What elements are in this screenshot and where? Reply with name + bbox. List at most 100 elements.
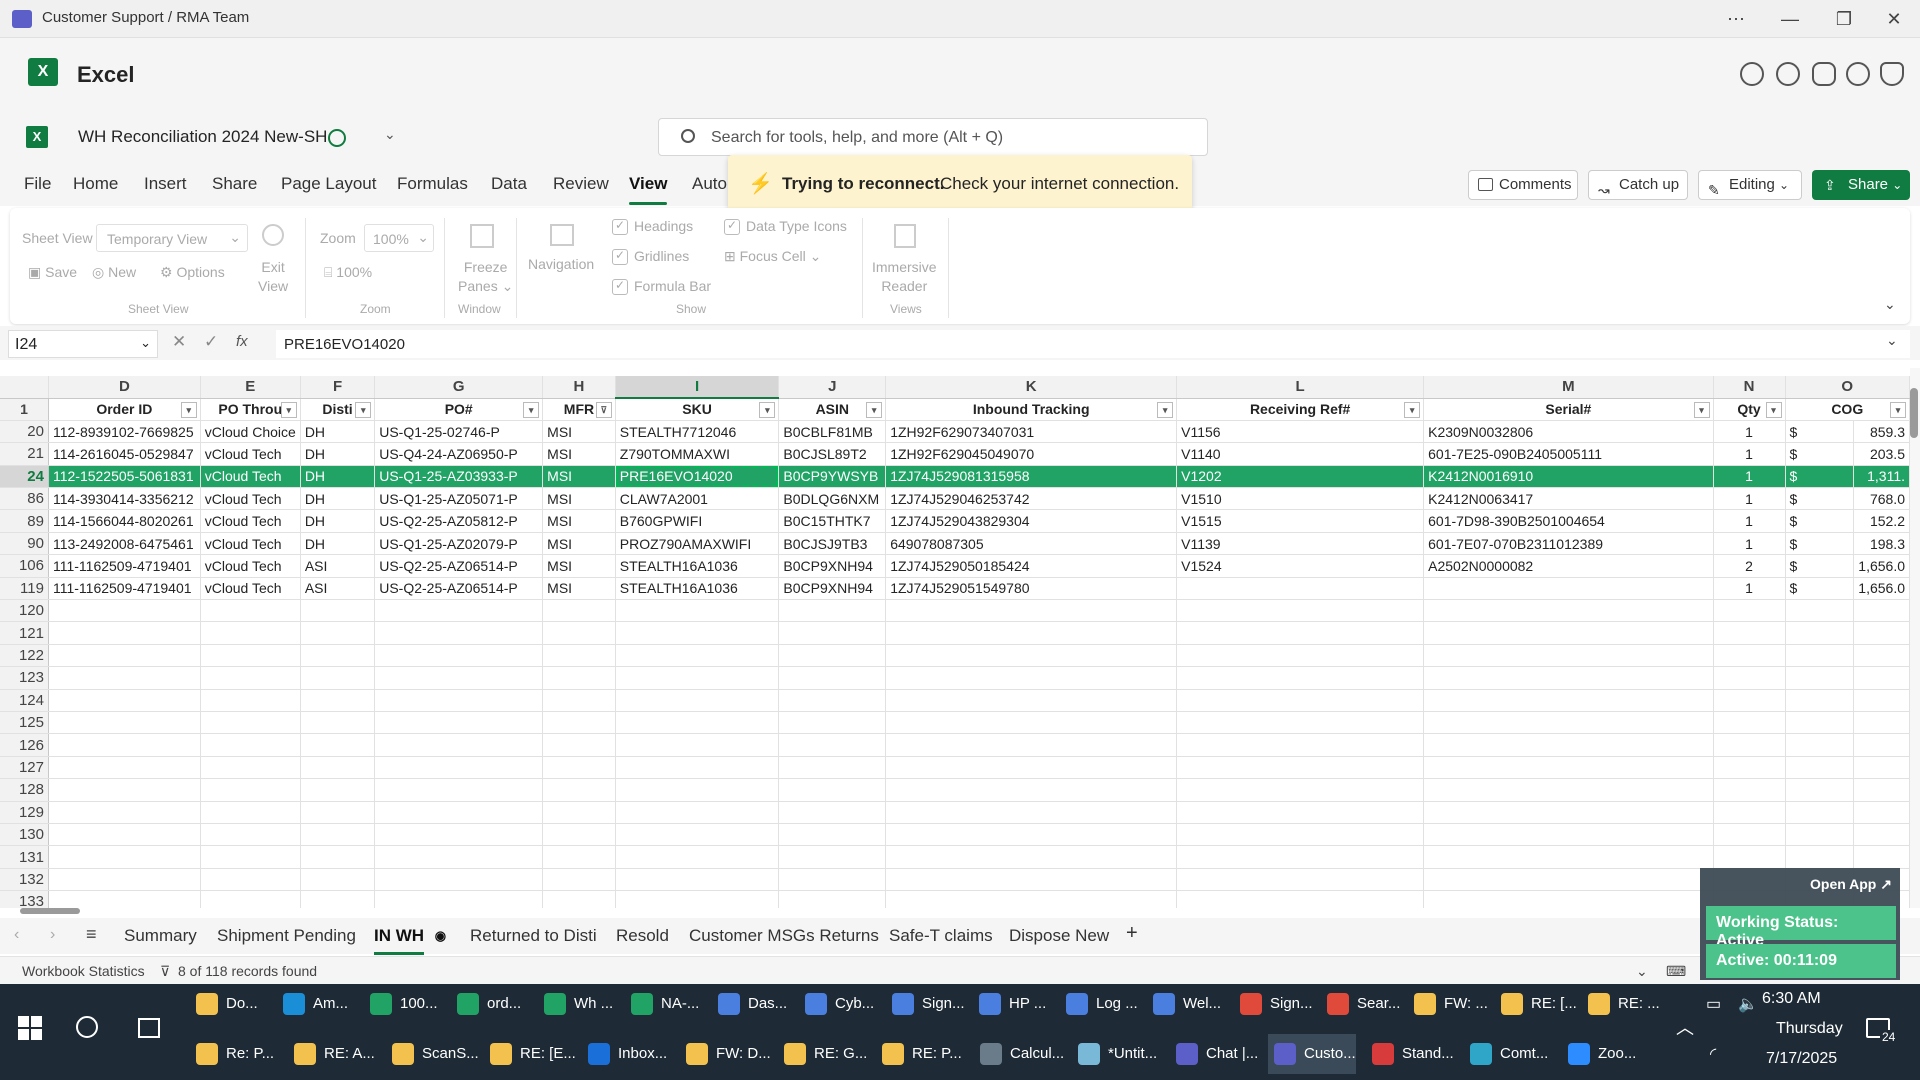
table-cell[interactable] [1853, 823, 1910, 847]
comments-button[interactable]: Comments [1468, 170, 1578, 200]
spreadsheet-grid[interactable]: D E F G H I J K L M N O 1 Order ID ▾ PO Throu ▾ Disti ▾ PO#… [0, 376, 1910, 908]
table-cell[interactable]: B0CP9YWSYB [778, 465, 887, 489]
table-cell[interactable] [48, 689, 201, 712]
table-cell[interactable]: 111-1162509-4719401 [48, 577, 201, 601]
table-cell[interactable]: vCloud Tech [200, 554, 301, 578]
table-cell[interactable] [300, 733, 376, 757]
table-cell[interactable] [542, 644, 616, 668]
table-cell[interactable] [48, 599, 201, 623]
ribbon-collapse-icon[interactable]: ⌄ [1884, 296, 1896, 313]
table-cell[interactable] [615, 890, 780, 908]
tab-returned-to-disti[interactable]: Returned to Disti [470, 926, 597, 946]
table-cell[interactable] [200, 599, 301, 623]
table-cell[interactable]: 1 [1713, 487, 1786, 511]
select-all-corner[interactable] [0, 376, 49, 399]
taskbar-app[interactable]: 100... [364, 984, 438, 1024]
table-cell[interactable]: A2502N0000082 [1423, 554, 1714, 578]
vertical-scroll-thumb[interactable] [1910, 388, 1918, 438]
table-cell[interactable]: vCloud Tech [200, 532, 301, 556]
table-cell[interactable] [1853, 778, 1910, 802]
table-cell[interactable] [778, 890, 887, 908]
column-header[interactable]: N [1713, 376, 1786, 399]
tab-shipment-pending[interactable]: Shipment Pending [217, 926, 356, 946]
column-header[interactable]: K [885, 376, 1178, 399]
menu-automate[interactable]: Auto [692, 174, 727, 194]
taskbar-app[interactable]: RE: G... [778, 1034, 867, 1074]
column-header[interactable]: H [542, 376, 616, 399]
taskbar-app[interactable]: RE: [... [1495, 984, 1577, 1024]
tab-customer-msgs-returns[interactable]: Customer MSGs Returns [689, 926, 879, 946]
table-cell[interactable] [1423, 890, 1714, 908]
table-cell[interactable] [885, 621, 1178, 645]
table-cell[interactable]: STEALTH16A1036 [615, 554, 780, 578]
table-cell[interactable] [1713, 666, 1786, 690]
options-button[interactable]: ⚙ Options [160, 264, 225, 281]
table-cell[interactable] [1785, 733, 1855, 757]
table-cell[interactable] [1785, 845, 1855, 869]
table-cell[interactable] [778, 644, 887, 668]
workbook-statistics[interactable]: Workbook Statistics [22, 963, 145, 979]
table-cell[interactable] [542, 778, 616, 802]
table-cell[interactable] [542, 711, 616, 735]
table-cell[interactable]: $ [1785, 465, 1855, 489]
row-header[interactable]: 106 [0, 554, 49, 578]
table-cell[interactable] [374, 756, 544, 780]
table-cell[interactable] [48, 756, 201, 780]
volume-icon[interactable]: 🔈 [1738, 994, 1758, 1014]
table-cell[interactable]: US-Q1-25-AZ05071-P [374, 487, 544, 511]
table-cell[interactable] [615, 666, 780, 690]
table-cell[interactable] [1176, 868, 1425, 892]
table-cell[interactable] [374, 733, 544, 757]
clock-day[interactable]: Thursday [1776, 1020, 1843, 1038]
table-cell[interactable]: 649078087305 [885, 532, 1178, 556]
table-cell[interactable] [200, 801, 301, 824]
table-cell[interactable] [200, 689, 301, 712]
row-header[interactable]: 127 [0, 756, 49, 780]
row-header[interactable]: 123 [0, 666, 49, 690]
table-cell[interactable]: STEALTH7712046 [615, 420, 780, 444]
table-cell[interactable]: 1,311. [1853, 465, 1910, 489]
table-cell[interactable]: 198.3 [1853, 532, 1910, 556]
column-header[interactable]: E [200, 376, 301, 399]
table-cell[interactable] [300, 689, 376, 712]
table-cell[interactable] [885, 845, 1178, 869]
taskbar-app[interactable]: NA-... [625, 984, 699, 1024]
table-cell[interactable] [615, 868, 780, 892]
table-cell[interactable] [1423, 733, 1714, 757]
table-cell[interactable] [300, 845, 376, 869]
filter-dropdown-icon[interactable]: ▾ [1765, 401, 1782, 418]
table-cell[interactable] [885, 689, 1178, 712]
table-cell[interactable] [374, 778, 544, 802]
table-cell[interactable] [1853, 845, 1910, 869]
table-cell[interactable]: V1510 [1176, 487, 1425, 511]
tab-in-wh[interactable]: IN WH ◉ [374, 926, 446, 955]
table-cell[interactable] [1785, 644, 1855, 668]
table-cell[interactable]: 1ZJ74J529050185424 [885, 554, 1178, 578]
table-cell[interactable]: 859.3 [1853, 420, 1910, 444]
taskbar-app[interactable]: ord... [451, 984, 521, 1024]
table-cell[interactable]: B0DLQG6NXM [778, 487, 887, 511]
table-cell[interactable] [1713, 621, 1786, 645]
table-cell[interactable]: DH [300, 420, 376, 444]
table-cell[interactable] [778, 801, 887, 824]
table-cell[interactable] [1176, 689, 1425, 712]
table-cell[interactable]: B0CP9XNH94 [778, 577, 887, 601]
table-cell[interactable] [200, 868, 301, 892]
taskbar-app[interactable]: Sear... [1321, 984, 1400, 1024]
table-cell[interactable]: vCloud Tech [200, 509, 301, 533]
table-cell[interactable]: 1 [1713, 420, 1786, 444]
menu-review[interactable]: Review [553, 174, 609, 194]
table-cell[interactable]: CLAW7A2001 [615, 487, 780, 511]
table-cell[interactable] [48, 778, 201, 802]
table-cell[interactable] [1176, 823, 1425, 847]
immersive-reader-button[interactable]: Immersive Reader [872, 258, 937, 296]
table-cell[interactable] [300, 868, 376, 892]
table-cell[interactable] [778, 868, 887, 892]
table-row[interactable]: 106 111-1162509-4719401 vCloud Tech ASI US-Q… [0, 554, 1910, 578]
table-cell[interactable] [48, 868, 201, 892]
taskbar-app[interactable]: Do... [190, 984, 258, 1024]
table-cell[interactable] [1713, 711, 1786, 735]
table-cell[interactable] [1785, 711, 1855, 735]
table-cell[interactable] [778, 823, 887, 847]
table-cell[interactable] [374, 823, 544, 847]
